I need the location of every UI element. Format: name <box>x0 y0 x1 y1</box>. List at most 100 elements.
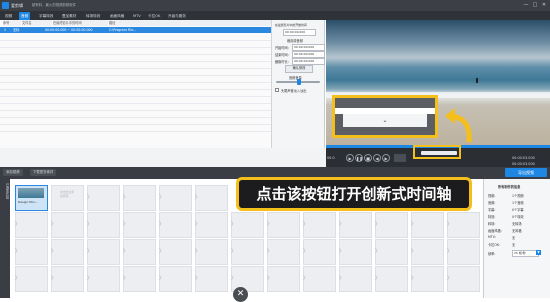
add-video-button[interactable]: 添加视频 <box>3 169 23 176</box>
timeline-slot[interactable]: ❯ <box>302 239 336 265</box>
trim-duration-input[interactable]: 00:00:00.000 <box>292 58 325 65</box>
tab-mtv[interactable]: MTV <box>131 12 143 20</box>
timeline-slot[interactable]: ❯ <box>266 212 300 238</box>
table-row[interactable]: 1 无标 00:00:00.000 ~ 00:00:00.000 C:\Prog… <box>0 27 271 33</box>
speed-label: 帧率: <box>488 252 496 256</box>
trim-end-label: 结束时间: <box>275 53 289 57</box>
tab-style[interactable]: 画面风格 <box>108 12 126 20</box>
tab-karaoke[interactable]: 卡拉OK <box>146 12 162 20</box>
timeline-slot[interactable]: ❯ <box>338 212 372 238</box>
timeline-slot[interactable]: ❯ <box>14 266 48 292</box>
play-button[interactable]: ▶ <box>346 154 354 162</box>
close-icon[interactable]: ✕ <box>233 287 248 302</box>
timeline-slot[interactable]: ❯ <box>338 239 372 265</box>
timeline-slot[interactable]: ❯ <box>194 266 228 292</box>
trim-start-input[interactable]: 00:00:00.000 <box>292 44 325 51</box>
timeline-slot[interactable]: ❯ <box>194 239 228 265</box>
timeline-slot[interactable]: ❯ <box>374 212 408 238</box>
timeline-slot[interactable]: ❯ <box>410 239 444 265</box>
export-video-button[interactable]: 导出视频 <box>505 168 547 177</box>
stop-button[interactable]: ■ <box>364 154 372 162</box>
timeline-slot[interactable]: ❯ <box>446 212 480 238</box>
column-header-index: 序号 <box>3 20 21 26</box>
empty-tip: 双击此处添加视频 <box>60 190 74 198</box>
timeline-slot[interactable]: ❯ <box>338 266 372 292</box>
timeline-slot[interactable]: ❯ <box>86 266 120 292</box>
minimize-button[interactable]: — <box>522 2 530 9</box>
next-frame-button[interactable]: ▶ <box>382 154 390 162</box>
timeline-slot[interactable]: ❯ <box>158 239 192 265</box>
close-button[interactable]: ✕ <box>540 2 548 9</box>
tab-audio[interactable]: 音频 <box>19 12 31 20</box>
fade-label: 头尾声音淡入淡出 <box>281 89 307 93</box>
timeline-slot[interactable]: ❯ <box>266 239 300 265</box>
tab-video[interactable]: 视频 <box>3 12 14 20</box>
tab-upgrade[interactable]: 升级与服务 <box>166 12 188 20</box>
timeline-slot[interactable]: ❯ <box>14 212 48 238</box>
start-time-input[interactable]: 00:00:00.000 <box>283 29 316 36</box>
timeline-slot[interactable]: ❯ <box>50 212 84 238</box>
column-header-time: 在最终影片中的时间 <box>53 20 108 26</box>
speed-select[interactable]: 25 帧/秒 <box>512 250 539 257</box>
timeline-slot[interactable]: ❯ <box>86 239 120 265</box>
tab-transition[interactable]: 转场特效 <box>84 12 102 20</box>
timeline-slot[interactable]: ❯ <box>194 212 228 238</box>
timeline-slot[interactable]: ❯ <box>446 239 480 265</box>
info-value: 无 <box>512 243 516 247</box>
trim-duration-label: 截取时长: <box>275 60 289 64</box>
timeline-slot[interactable]: ❯ <box>158 212 192 238</box>
timeline-slot[interactable]: ❯ <box>302 266 336 292</box>
timeline-slot[interactable]: ❯ <box>230 239 264 265</box>
timeline-slot[interactable]: ❯ <box>266 266 300 292</box>
info-value: 0个字幕 <box>512 208 524 212</box>
title-bar: 爱剪辑 超有料，最火的视频剪辑软件 — □ ✕ <box>0 0 550 11</box>
info-value: 0个特效 <box>512 215 524 219</box>
timeline-clip[interactable]: Design Min... <box>15 185 48 211</box>
timeline-slot[interactable]: ❯ <box>158 266 192 292</box>
app-subtitle: 超有料，最火的视频剪辑软件 <box>32 3 77 7</box>
trim-start-label: 开始时间: <box>275 46 289 50</box>
confirm-button[interactable]: 确认修改 <box>285 65 313 73</box>
timeline-slot[interactable]: ❯ <box>122 266 156 292</box>
info-key: MTV: <box>488 235 496 239</box>
timeline-slot[interactable]: ❯ <box>230 212 264 238</box>
timeline-slot[interactable]: ❯ <box>86 185 120 211</box>
tab-subtitle[interactable]: 字幕特效 <box>37 12 55 20</box>
timeline-slot[interactable]: ❯ <box>410 266 444 292</box>
info-value: 无转场 <box>512 222 522 226</box>
download-assets-button[interactable]: 下载更多素材 <box>30 169 57 176</box>
timeline-slot[interactable]: ❯ <box>50 239 84 265</box>
highlight-box <box>413 145 461 159</box>
pause-button[interactable]: ❚❚ <box>355 154 363 162</box>
timeline-slot[interactable]: ❯ <box>446 266 480 292</box>
prev-frame-button[interactable]: ◀ <box>373 154 381 162</box>
fade-checkbox[interactable] <box>275 88 279 92</box>
timeline-slot[interactable]: ❯ <box>158 185 192 211</box>
volume-slider-handle[interactable] <box>297 79 301 85</box>
timeline-slot[interactable]: ❯ <box>374 239 408 265</box>
timeline-slot[interactable]: ❯ <box>122 212 156 238</box>
timeline-slot[interactable]: ❯ <box>374 266 408 292</box>
speed-dropdown-icon[interactable]: ▼ <box>536 250 541 255</box>
timeline-slot[interactable]: ❯ <box>122 239 156 265</box>
timeline-slot[interactable]: ❯ <box>122 185 156 211</box>
audio-list-panel: 序号 文件名 在最终影片中的时间 路径 <box>0 20 272 148</box>
row-name: 无标 <box>13 28 20 32</box>
app-logo-icon <box>2 2 9 9</box>
timeline-slot[interactable]: ❯ <box>302 212 336 238</box>
info-title: 所有制作的信息 <box>498 185 521 189</box>
audio-settings-panel: 在最终影片中的开始时间 00:00:00.000 裁剪原音频 开始时间: 00:… <box>272 20 325 148</box>
trim-end-input[interactable]: 00:00:00.000 <box>292 51 325 58</box>
column-header-path: 路径 <box>109 20 271 26</box>
timeline-slot[interactable]: ❯ <box>194 185 228 211</box>
timeline-slot[interactable]: ❯ <box>410 212 444 238</box>
timeline-slot[interactable]: ❯ <box>50 266 84 292</box>
timeline-slot[interactable]: ❯ <box>86 212 120 238</box>
current-time: 00:00:03.000 <box>512 156 535 160</box>
fullscreen-button[interactable] <box>394 154 406 162</box>
callout-banner: 点击该按钮打开创新式时间轴 <box>236 177 472 211</box>
timeline-slot[interactable]: ❯ <box>14 239 48 265</box>
tab-overlay[interactable]: 叠加素材 <box>60 12 78 20</box>
timeline-slot[interactable]: 双击此处添加视频 <box>51 185 84 211</box>
maximize-button[interactable]: □ <box>531 2 539 9</box>
